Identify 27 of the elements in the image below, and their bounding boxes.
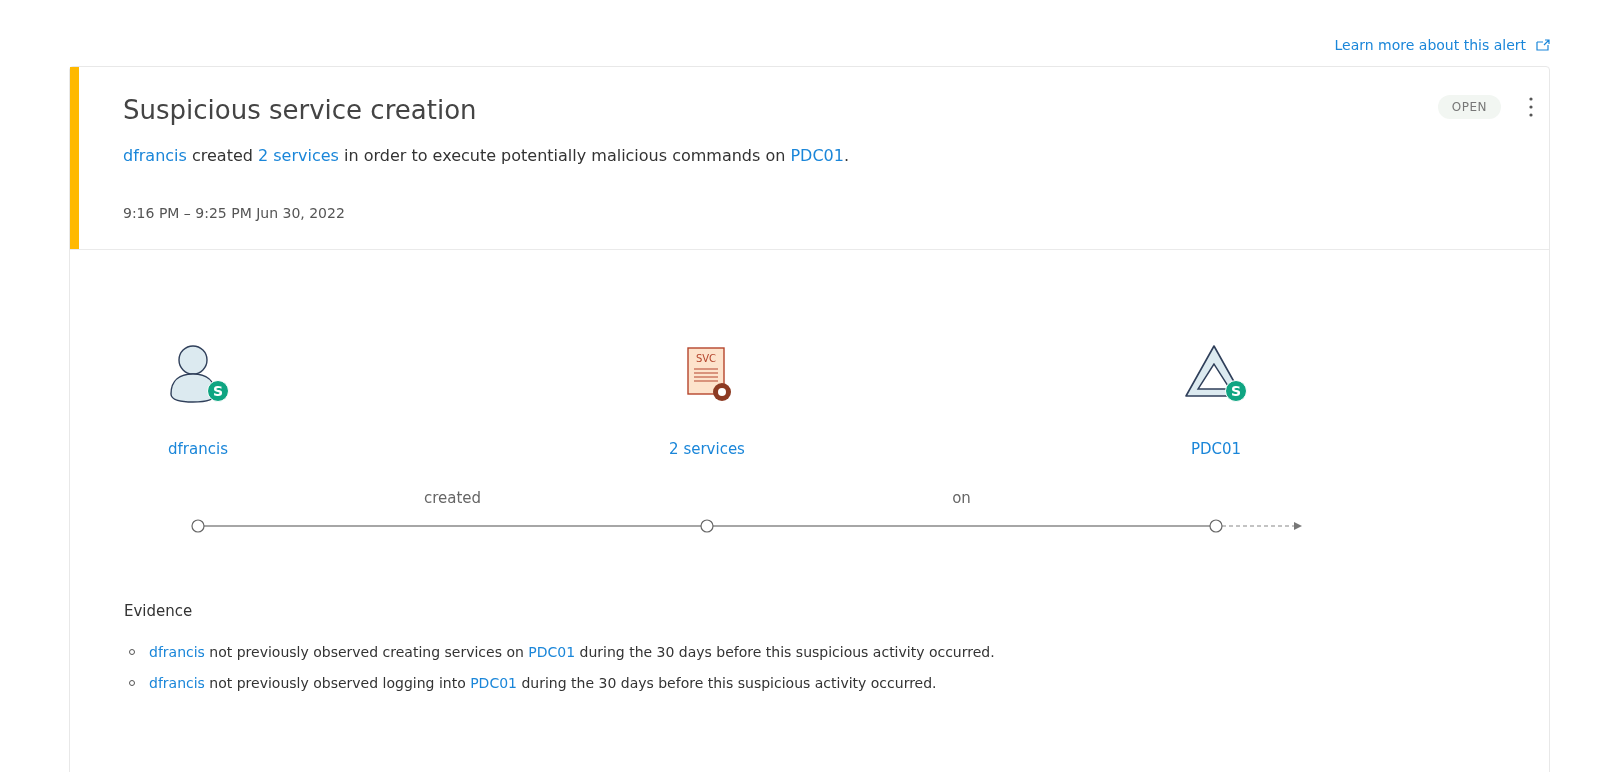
node-link[interactable]: PDC01 [1190,440,1242,458]
node-link[interactable]: 2 services [669,440,745,458]
evidence-text: dfrancis not previously observed logging into PDC01 during the 30 days before this suspicious activity occurred. [149,674,937,691]
node-link[interactable]: dfrancis [168,440,228,458]
external-link-icon [1536,39,1550,51]
evidence-text: dfrancis not previously observed creating services on PDC01 during the 30 days before this suspicious activity occurred. [149,643,995,660]
status-badge-icon: S [207,380,229,402]
entity-link[interactable]: PDC01 [470,674,517,691]
entity-link[interactable]: PDC01 [790,146,844,165]
entity-link[interactable]: 2 services [258,146,339,165]
timeline-node [191,519,205,533]
edge-label: created [423,489,482,507]
entity-link[interactable]: dfrancis [123,146,187,165]
more-options-icon[interactable] [1529,97,1533,117]
status-badge-icon: S [1225,380,1247,402]
status-badge: OPEN [1437,95,1501,119]
edge-label: on [952,489,971,507]
evidence-heading: Evidence [124,602,194,620]
timeline-node [1209,519,1223,533]
entity-link[interactable]: dfrancis [149,674,205,691]
timeline-node [700,519,714,533]
entity-link[interactable]: PDC01 [528,643,576,660]
alert-title: Suspicious service creation [123,94,478,127]
learn-more-link[interactable]: Learn more about this alert [1334,36,1550,54]
alert-time: 9:16 PM – 9:25 PM Jun 30, 2022 [123,205,346,221]
entity-link[interactable]: dfrancis [149,643,205,660]
alert-description: dfrancis created 2 services in order to execute potentially malicious commands on PDC01. [123,145,851,167]
